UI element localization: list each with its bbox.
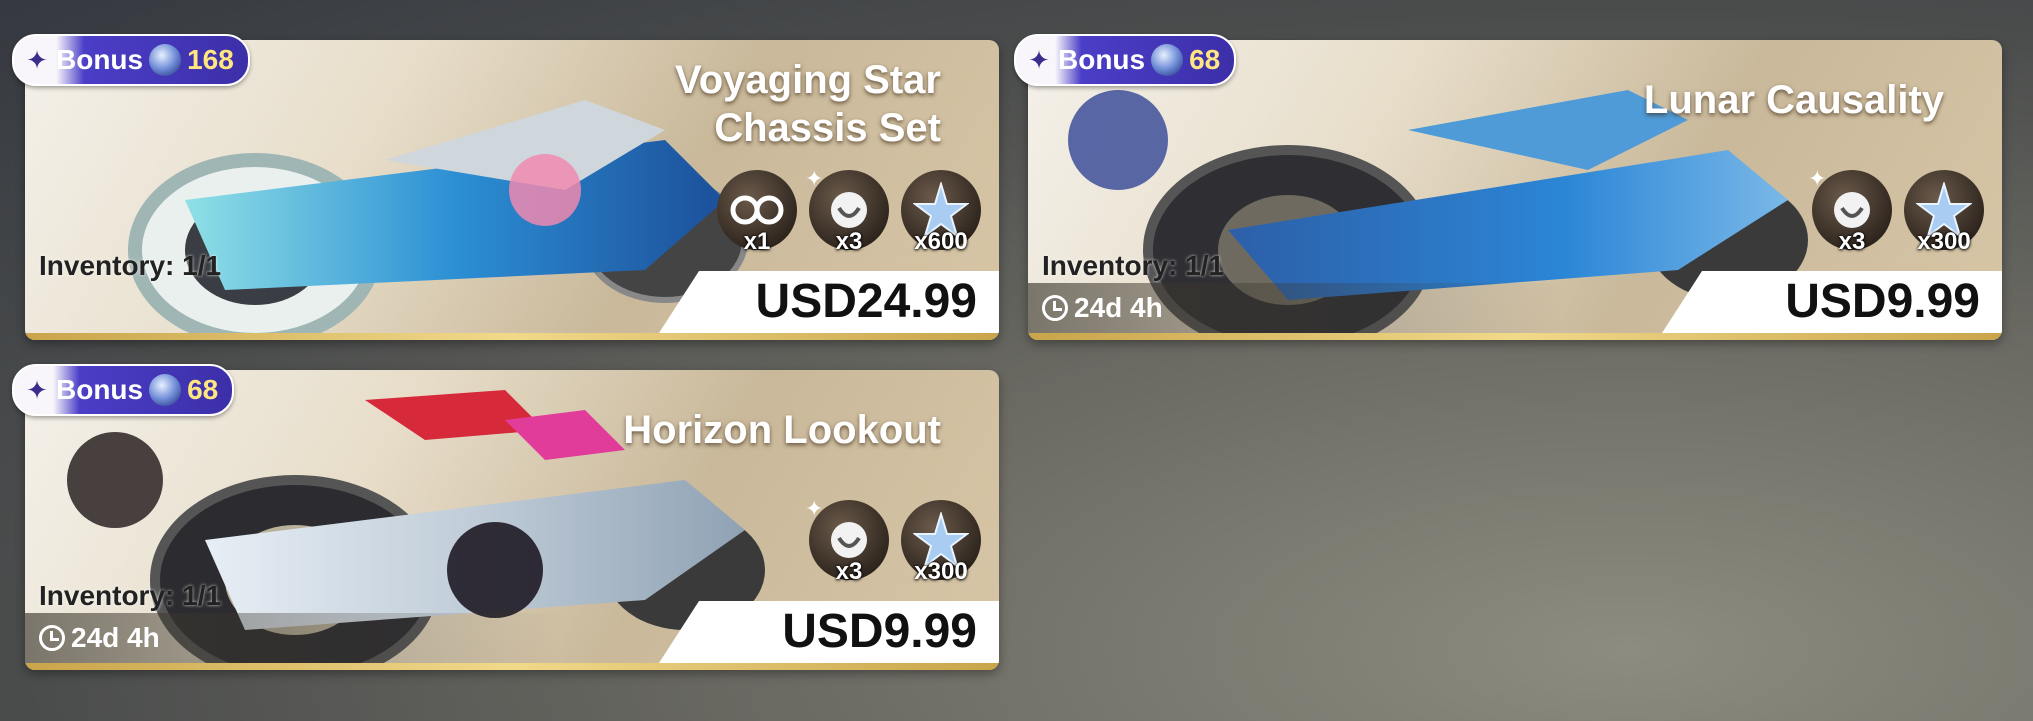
bonus-label: Bonus [56,44,144,75]
bundle-title: Horizon Lookout [623,408,941,452]
item-slot[interactable]: x300 [1904,170,1984,255]
item-quantity: x300 [914,558,968,585]
bundle-title-line-1: Voyaging Star [675,58,941,102]
sparkle-icon: ✦ [1808,166,1827,191]
item-list: ✦ x3 x300 [805,496,981,585]
bonus-label: Bonus [1058,44,1146,75]
sparkle-icon: ✦ [805,496,824,521]
clock-icon [1042,295,1068,321]
currency-orb-icon [149,44,182,76]
time-remaining: 24d 4h [1028,283,1562,333]
item-list: x1 ✦ x3 x600 [717,166,981,255]
price-button[interactable]: USD9.99 [1785,271,1980,333]
currency-orb-icon [149,374,182,406]
currency-orb-icon [1151,44,1184,76]
price-button[interactable]: USD24.99 [756,271,977,333]
item-quantity: x3 [1838,228,1866,255]
bonus-label: Bonus [56,374,144,405]
bonus-badge: ✦ Bonus 68 [1014,34,1237,86]
clock-icon [39,625,65,651]
inventory-count: Inventory: 1/1 [39,580,222,611]
bonus-amount: 68 [1189,44,1221,75]
item-quantity: x300 [1917,228,1971,255]
price-button[interactable]: USD9.99 [782,601,977,663]
inventory-count: Inventory: 1/1 [1042,250,1225,281]
bonus-amount: 68 [187,374,219,405]
item-quantity: x3 [835,558,863,585]
inventory-count: Inventory: 1/1 [39,250,222,281]
bundle-title-line-2: Chassis Set [714,106,941,150]
item-slot[interactable]: ✦ x3 [805,496,889,585]
item-slot[interactable]: ✦ x3 [805,166,889,255]
timer-text: 24d 4h [1074,292,1163,323]
item-slot[interactable]: x600 [901,170,981,255]
bundle-title: Lunar Causality [1643,78,1944,122]
sparkle-icon: ✦ [805,166,824,191]
sparkle-icon: ✦ [26,374,48,405]
item-slot[interactable]: x300 [901,500,981,585]
bonus-badge: ✦ Bonus 168 [12,34,250,86]
sparkle-icon: ✦ [26,44,48,75]
item-quantity: x1 [743,228,771,255]
item-quantity: x3 [835,228,863,255]
timer-text: 24d 4h [71,622,160,653]
item-slot[interactable]: x1 [717,170,797,255]
bonus-badge: ✦ Bonus 68 [12,364,235,416]
sparkle-icon: ✦ [1028,44,1050,75]
time-remaining: 24d 4h [25,613,559,663]
item-slot[interactable]: ✦ x3 [1808,166,1892,255]
bonus-amount: 168 [187,44,234,75]
item-list: ✦ x3 x300 [1808,166,1984,255]
item-quantity: x600 [914,228,968,255]
